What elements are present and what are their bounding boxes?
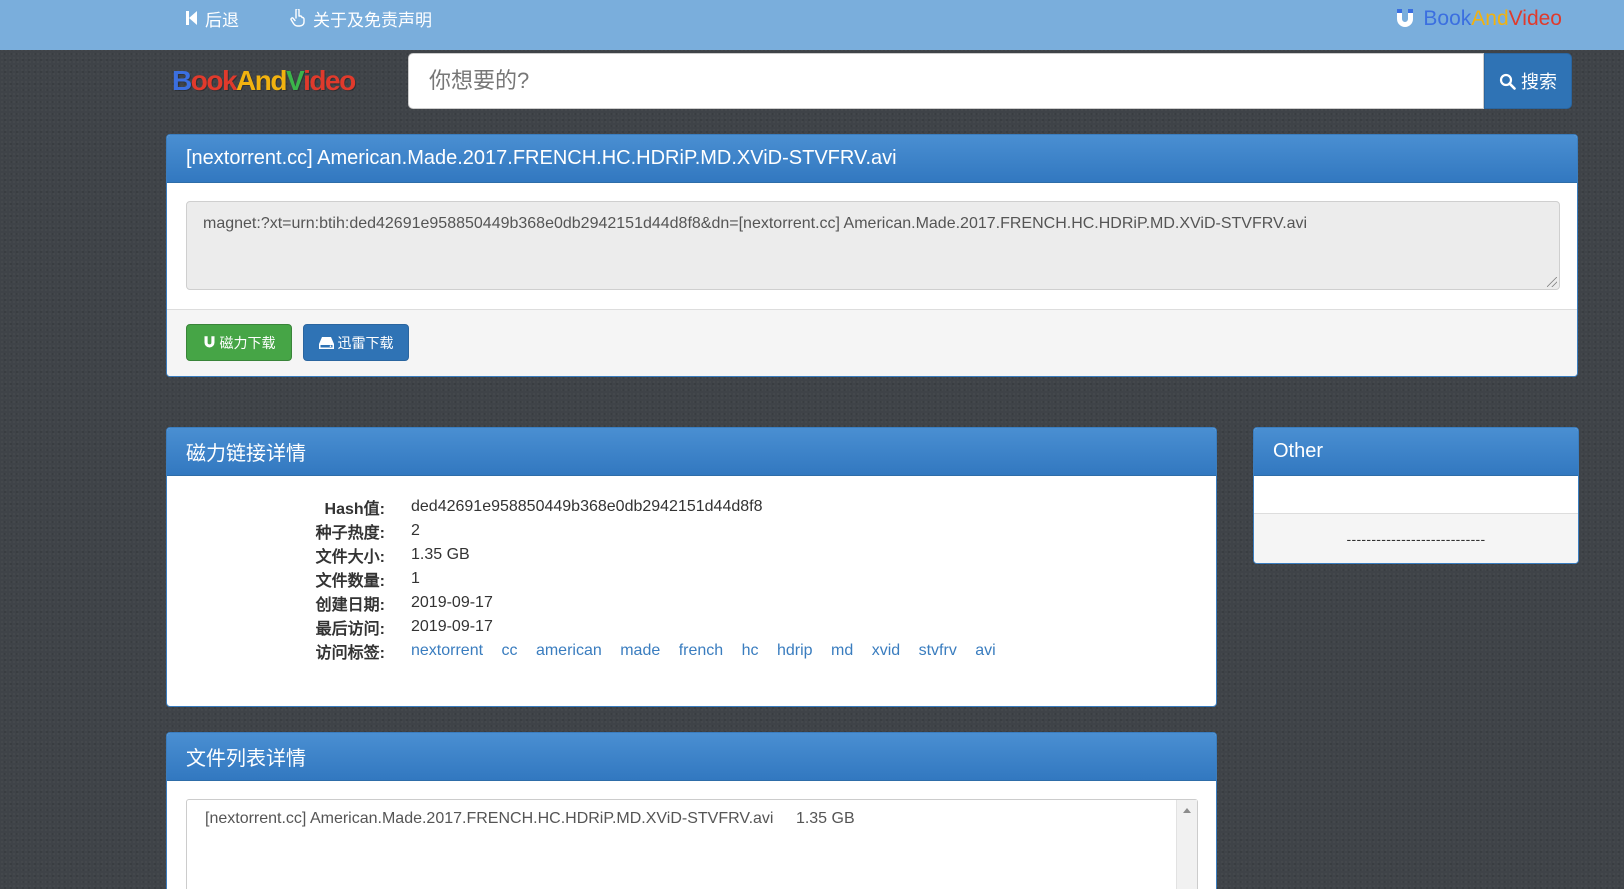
tag-link[interactable]: american — [536, 642, 602, 659]
search-icon — [1499, 73, 1516, 90]
tag-link[interactable]: md — [831, 642, 853, 659]
hard-drive-icon — [318, 336, 334, 349]
tag-link[interactable]: stvfrv — [919, 642, 957, 659]
detail-label: 文件大小: — [315, 549, 385, 566]
back-link[interactable]: 后退 — [186, 6, 239, 30]
resize-handle[interactable] — [1547, 277, 1557, 287]
detail-label: 文件数量: — [315, 573, 385, 590]
details-table: Hash值: ded42691e958850449b368e0db2942151… — [167, 495, 1216, 663]
magnet-download-button[interactable]: 磁力下载 — [186, 324, 292, 361]
detail-value: 2019-09-17 — [411, 594, 493, 611]
detail-label: 种子热度: — [315, 525, 385, 542]
tag-link[interactable]: hc — [742, 642, 759, 659]
detail-value: ded42691e958850449b368e0db2942151d44d8f8 — [411, 498, 763, 515]
magnet-icon — [204, 336, 214, 348]
about-label: 关于及免责声明 — [313, 10, 432, 30]
torrent-title: [nextorrent.cc] American.Made.2017.FRENC… — [167, 135, 1577, 183]
top-navbar: 后退 关于及免责声明 BookAndVideo — [0, 0, 1624, 50]
tag-link[interactable]: avi — [975, 642, 995, 659]
detail-row-hash: Hash值: ded42691e958850449b368e0db2942151… — [167, 495, 1216, 519]
details-heading: 磁力链接详情 — [167, 428, 1216, 476]
tag-link[interactable]: nextorrent — [411, 642, 483, 659]
magnet-download-label: 磁力下载 — [219, 334, 276, 351]
magnet-link-text: magnet:?xt=urn:btih:ded42691e958850449b3… — [203, 215, 1308, 232]
tag-link[interactable]: xvid — [872, 642, 900, 659]
torrent-title-panel: [nextorrent.cc] American.Made.2017.FRENC… — [166, 134, 1578, 377]
file-size: 1.35 GB — [795, 810, 855, 827]
detail-label: Hash值: — [324, 501, 385, 518]
detail-row-size: 文件大小: 1.35 GB — [167, 543, 1216, 567]
file-name: [nextorrent.cc] American.Made.2017.FRENC… — [205, 810, 774, 827]
detail-row-created: 创建日期: 2019-09-17 — [167, 591, 1216, 615]
search-button[interactable]: 搜索 — [1484, 53, 1572, 109]
scroll-up-arrow-icon[interactable] — [1183, 808, 1191, 813]
other-footer: ---------------------------- — [1254, 514, 1578, 563]
file-list-scrollbar[interactable] — [1176, 800, 1197, 889]
detail-row-seeds: 种子热度: 2 — [167, 519, 1216, 543]
other-body — [1254, 476, 1578, 514]
detail-row-file-count: 文件数量: 1 — [167, 567, 1216, 591]
detail-value: 2 — [411, 522, 420, 539]
file-list[interactable]: [nextorrent.cc] American.Made.2017.FRENC… — [186, 799, 1198, 889]
magnet-details-panel: 磁力链接详情 Hash值: ded42691e958850449b368e0db… — [166, 427, 1217, 707]
hand-pointer-icon — [290, 9, 305, 27]
thunder-download-label: 迅雷下载 — [337, 334, 394, 351]
brand-text: BookAndVideo — [1423, 7, 1562, 30]
detail-label: 访问标签: — [315, 645, 385, 662]
detail-value: 2019-09-17 — [411, 618, 493, 635]
tag-list: nextorrent cc american made french hc hd… — [411, 642, 1010, 660]
detail-label: 创建日期: — [315, 597, 385, 614]
detail-label: 最后访问: — [315, 621, 385, 638]
about-disclaimer-link[interactable]: 关于及免责声明 — [290, 6, 432, 30]
back-label: 后退 — [205, 10, 239, 30]
magnet-link-textarea[interactable]: magnet:?xt=urn:btih:ded42691e958850449b3… — [186, 201, 1560, 290]
magnet-icon — [1397, 9, 1414, 27]
tag-link[interactable]: cc — [502, 642, 518, 659]
thunder-download-button[interactable]: 迅雷下载 — [303, 324, 409, 361]
site-logo[interactable]: Book And Video — [172, 62, 356, 100]
detail-value: 1 — [411, 570, 420, 587]
tag-link[interactable]: made — [620, 642, 660, 659]
tag-link[interactable]: french — [679, 642, 723, 659]
download-actions: 磁力下载 迅雷下载 — [167, 309, 1577, 376]
detail-row-last-visit: 最后访问: 2019-09-17 — [167, 615, 1216, 639]
list-item: [nextorrent.cc] American.Made.2017.FRENC… — [205, 810, 1179, 828]
detail-value: 1.35 GB — [411, 546, 470, 563]
navbar-brand[interactable]: BookAndVideo — [1395, 4, 1562, 34]
file-list-panel: 文件列表详情 [nextorrent.cc] American.Made.201… — [166, 732, 1217, 889]
step-backward-icon — [186, 11, 197, 25]
detail-row-tags: 访问标签: nextorrent cc american made french… — [167, 639, 1216, 663]
search-input[interactable] — [408, 53, 1484, 109]
other-heading: Other — [1254, 428, 1578, 476]
file-list-heading: 文件列表详情 — [167, 733, 1216, 781]
other-panel: Other ---------------------------- — [1253, 427, 1579, 564]
search-button-label: 搜索 — [1521, 72, 1557, 92]
tag-link[interactable]: hdrip — [777, 642, 813, 659]
